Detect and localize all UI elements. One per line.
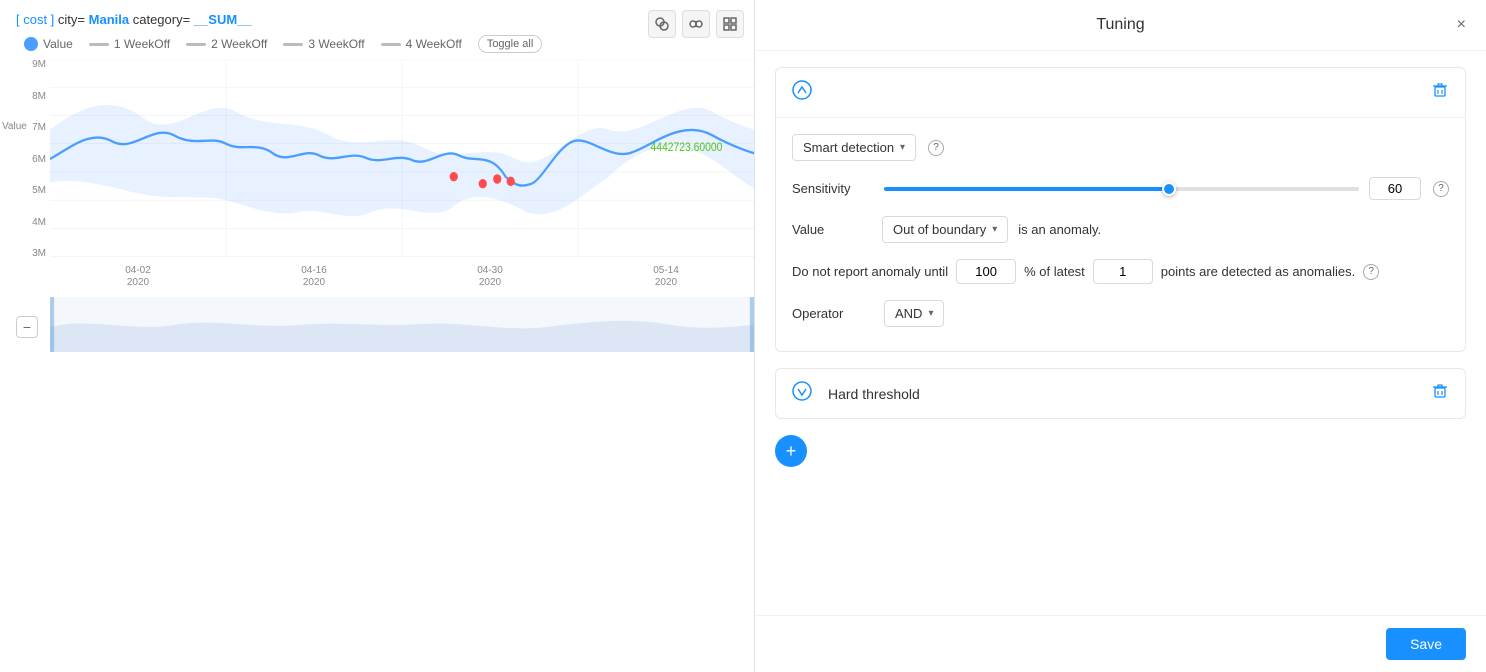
legend-dot-value bbox=[24, 37, 38, 51]
x-label-0430: 04-302020 bbox=[477, 265, 503, 289]
legend-item-1weekoff: 1 WeekOff bbox=[89, 37, 170, 51]
sensitivity-help-icon[interactable]: ? bbox=[1433, 181, 1449, 197]
section-left bbox=[792, 80, 812, 105]
x-label-0416: 04-162020 bbox=[301, 265, 327, 289]
chart-icon-1[interactable] bbox=[648, 10, 676, 38]
legend-label-2weekoff: 2 WeekOff bbox=[211, 37, 267, 51]
y-label-8m: 8M bbox=[32, 91, 46, 102]
method-row: Smart detection ▾ ? bbox=[792, 134, 1449, 161]
operator-select-value: AND bbox=[895, 306, 922, 321]
tuning-footer: Save bbox=[755, 615, 1486, 672]
chart-icon-3[interactable] bbox=[716, 10, 744, 38]
sensitivity-slider-container: 60 bbox=[884, 177, 1421, 200]
sensitivity-label: Sensitivity bbox=[792, 181, 872, 196]
add-condition-btn[interactable]: + bbox=[775, 435, 807, 467]
operator-select[interactable]: AND ▾ bbox=[884, 300, 944, 327]
x-label-0402: 04-022020 bbox=[125, 265, 151, 289]
chart-plot: 4442723.60000 bbox=[50, 59, 754, 259]
method-select-value: Smart detection bbox=[803, 140, 894, 155]
legend-dot-2weekoff bbox=[186, 43, 206, 46]
tuning-close-btn[interactable]: × bbox=[1457, 16, 1466, 34]
is-anomaly-text: is an anomaly. bbox=[1018, 222, 1101, 237]
navigator-svg bbox=[50, 297, 754, 352]
category-label: category= bbox=[133, 12, 190, 27]
sensitivity-row: Sensitivity 60 ? bbox=[792, 177, 1449, 200]
anomaly-row: Value Out of boundary ▾ is an anomaly. bbox=[792, 216, 1449, 243]
method-chevron-icon: ▾ bbox=[900, 142, 905, 153]
legend-dot-1weekoff bbox=[89, 43, 109, 46]
chart-area: [ cost ] city= Manila category= __SUM__ bbox=[0, 0, 755, 672]
svg-text:4442723.60000: 4442723.60000 bbox=[650, 141, 722, 154]
legend-label-3weekoff: 3 WeekOff bbox=[308, 37, 364, 51]
tuning-header: Tuning × bbox=[755, 0, 1486, 51]
hard-threshold-header: Hard threshold bbox=[776, 369, 1465, 418]
value-chevron-icon: ▾ bbox=[992, 224, 997, 235]
report-percent-label: % of latest bbox=[1024, 264, 1085, 279]
tuning-panel: Tuning × bbox=[755, 0, 1486, 672]
operator-chevron-icon: ▾ bbox=[928, 308, 933, 319]
hard-threshold-collapse-icon[interactable] bbox=[792, 381, 812, 406]
value-label: Value bbox=[792, 222, 872, 237]
detection-section-header bbox=[776, 68, 1465, 118]
category-value: __SUM__ bbox=[194, 12, 252, 27]
y-label-3m: 3M bbox=[32, 248, 46, 259]
report-percent-input[interactable] bbox=[956, 259, 1016, 284]
y-label-6m: 6M bbox=[32, 154, 46, 165]
y-label-4m: 4M bbox=[32, 217, 46, 228]
legend-item-3weekoff: 3 WeekOff bbox=[283, 37, 364, 51]
bracket-open: [ cost ] bbox=[16, 12, 54, 27]
legend: Value 1 WeekOff 2 WeekOff 3 WeekOff 4 We… bbox=[0, 31, 754, 55]
delete-hard-threshold-btn[interactable] bbox=[1431, 382, 1449, 405]
value-select-value: Out of boundary bbox=[893, 222, 986, 237]
delete-detection-btn[interactable] bbox=[1431, 81, 1449, 104]
city-label: city= bbox=[58, 12, 85, 27]
tuning-body: Smart detection ▾ ? Sensitivity 60 ? bbox=[755, 51, 1486, 615]
collapse-icon[interactable] bbox=[792, 80, 812, 105]
chart-svg: 4442723.60000 bbox=[50, 59, 754, 259]
method-help-icon[interactable]: ? bbox=[928, 140, 944, 156]
navigator: − bbox=[50, 297, 754, 352]
sensitivity-slider[interactable] bbox=[884, 187, 1359, 191]
legend-item-4weekoff: 4 WeekOff bbox=[381, 37, 462, 51]
city-value: Manila bbox=[89, 12, 129, 27]
chart-icons bbox=[648, 10, 744, 38]
legend-dot-3weekoff bbox=[283, 43, 303, 46]
toggle-all-btn[interactable]: Toggle all bbox=[478, 35, 542, 53]
smart-detection-section: Smart detection ▾ ? Sensitivity 60 ? bbox=[775, 67, 1466, 352]
y-label-7m: 7M bbox=[32, 122, 46, 133]
report-points-input[interactable] bbox=[1093, 259, 1153, 284]
detection-section-body: Smart detection ▾ ? Sensitivity 60 ? bbox=[776, 118, 1465, 351]
report-text-after: points are detected as anomalies. bbox=[1161, 264, 1355, 279]
legend-dot-4weekoff bbox=[381, 43, 401, 46]
legend-label-value: Value bbox=[43, 37, 73, 51]
value-select[interactable]: Out of boundary ▾ bbox=[882, 216, 1008, 243]
y-axis: 9M 8M 7M 6M 5M 4M 3M bbox=[16, 59, 46, 259]
operator-row: Operator AND ▾ bbox=[792, 300, 1449, 327]
y-label-9m: 9M bbox=[32, 59, 46, 70]
zoom-out-btn[interactable]: − bbox=[16, 316, 38, 338]
report-label-before: Do not report anomaly until bbox=[792, 264, 948, 279]
x-label-0514: 05-142020 bbox=[653, 265, 679, 289]
hard-threshold-left: Hard threshold bbox=[792, 381, 920, 406]
operator-label: Operator bbox=[792, 306, 872, 321]
sensitivity-value[interactable]: 60 bbox=[1369, 177, 1421, 200]
sensitivity-thumb bbox=[1162, 182, 1176, 196]
report-help-icon[interactable]: ? bbox=[1363, 264, 1379, 280]
x-axis: 04-022020 04-162020 04-302020 05-142020 bbox=[50, 265, 754, 289]
report-row: Do not report anomaly until % of latest … bbox=[792, 259, 1449, 284]
save-btn[interactable]: Save bbox=[1386, 628, 1466, 660]
tuning-title: Tuning bbox=[1096, 16, 1144, 34]
hard-threshold-title: Hard threshold bbox=[828, 386, 920, 402]
legend-label-4weekoff: 4 WeekOff bbox=[406, 37, 462, 51]
chart-header: [ cost ] city= Manila category= __SUM__ bbox=[0, 0, 754, 31]
legend-item-value: Value bbox=[24, 37, 73, 51]
legend-item-2weekoff: 2 WeekOff bbox=[186, 37, 267, 51]
chart-icon-2[interactable] bbox=[682, 10, 710, 38]
hard-threshold-section: Hard threshold bbox=[775, 368, 1466, 419]
legend-label-1weekoff: 1 WeekOff bbox=[114, 37, 170, 51]
method-select[interactable]: Smart detection ▾ bbox=[792, 134, 916, 161]
y-label-5m: 5M bbox=[32, 185, 46, 196]
